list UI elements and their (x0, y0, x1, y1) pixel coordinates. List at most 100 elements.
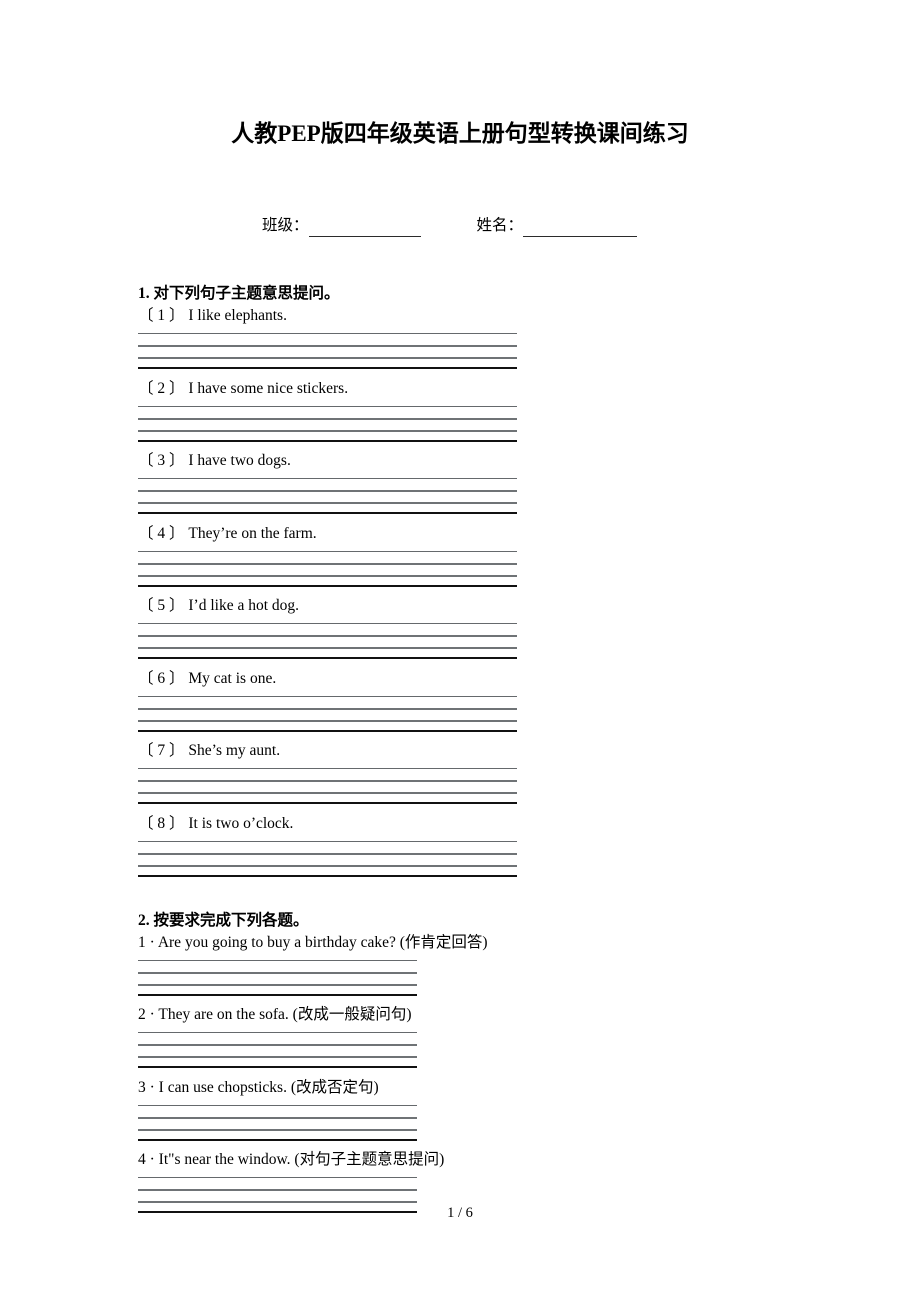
answer-write-line[interactable] (138, 478, 517, 479)
page-title: 人教PEP版四年级英语上册句型转换课间练习 (231, 121, 689, 146)
answer-write-line[interactable] (138, 623, 517, 624)
answer-write-line[interactable] (138, 864, 517, 867)
question-sentence: It is two o’clock. (188, 814, 294, 832)
answer-write-line[interactable] (138, 1044, 417, 1047)
block-separator-rule (138, 874, 517, 877)
block-separator-rule (138, 367, 517, 369)
answer-write-line[interactable] (138, 852, 517, 855)
answer-write-line[interactable] (138, 490, 517, 492)
answer-write-line[interactable] (138, 780, 517, 782)
question-text: 〔 7 〕 She’s my aunt. (138, 740, 517, 761)
question-number: 〔 8 〕 (138, 814, 185, 832)
answer-write-line[interactable] (138, 719, 517, 722)
question-text: 3 · I can use chopsticks. (改成否定句) (138, 1077, 417, 1098)
page-number: 1 / 6 (447, 1205, 473, 1221)
question-sentence: They are on the sofa. (改成一般疑问句) (158, 1006, 412, 1024)
question-block: 1 · Are you going to buy a birthday cake… (138, 932, 488, 996)
question-text: 1 · Are you going to buy a birthday cake… (138, 932, 488, 953)
answer-lines (138, 333, 517, 369)
question-number: 〔 7 〕 (138, 742, 185, 759)
question-text: 〔 1 〕 I like elephants. (138, 305, 517, 326)
answer-write-line[interactable] (138, 840, 517, 842)
answer-write-line[interactable] (138, 984, 417, 986)
question-sentence: I have some nice stickers. (188, 379, 349, 397)
question-block: 〔 6 〕 My cat is one. (138, 668, 517, 732)
answer-lines (138, 960, 417, 996)
block-separator-rule (138, 512, 517, 514)
question-text: 2 · They are on the sofa. (改成一般疑问句) (138, 1004, 417, 1025)
answer-lines (138, 478, 517, 514)
question-text: 〔 3 〕 I have two dogs. (138, 450, 517, 471)
question-block: 〔 7 〕 She’s my aunt. (138, 740, 517, 804)
answer-write-line[interactable] (138, 960, 417, 961)
question-number: 〔 5 〕 (138, 597, 185, 614)
name-blank-line[interactable] (523, 221, 638, 237)
class-blank-line[interactable] (308, 221, 421, 237)
answer-write-line[interactable] (138, 562, 517, 565)
name-label: 姓名： (476, 217, 524, 234)
question-number: 〔 4 〕 (138, 524, 185, 542)
answer-lines (138, 623, 517, 659)
question-sentence: She’s my aunt. (188, 742, 281, 759)
question-number: 3 · (138, 1078, 155, 1096)
answer-lines (138, 550, 517, 587)
answer-write-line[interactable] (138, 1128, 417, 1131)
answer-write-line[interactable] (138, 417, 517, 420)
question-sentence: I can use chopsticks. (改成否定句) (158, 1078, 379, 1096)
question-block: 2 · They are on the sofa. (改成一般疑问句) (138, 1004, 417, 1069)
section-2-heading: 2. 按要求完成下列各题。 (138, 912, 309, 929)
answer-write-line[interactable] (138, 647, 517, 649)
answer-write-line[interactable] (138, 1116, 417, 1119)
question-number: 〔 3 〕 (138, 452, 185, 469)
question-number: 1 · (138, 934, 155, 951)
question-text: 4 · It"s near the window. (对句子主题意思提问) (138, 1149, 444, 1170)
question-block: 3 · I can use chopsticks. (改成否定句) (138, 1077, 417, 1141)
question-sentence: It"s near the window. (对句子主题意思提问) (158, 1150, 445, 1168)
question-sentence: I’d like a hot dog. (188, 597, 300, 614)
question-sentence: Are you going to buy a birthday cake? (作… (157, 934, 488, 951)
answer-write-line[interactable] (138, 1032, 417, 1034)
answer-lines (138, 768, 517, 804)
question-text: 〔 5 〕 I’d like a hot dog. (138, 595, 517, 616)
answer-write-line[interactable] (138, 707, 517, 710)
answer-write-line[interactable] (138, 695, 517, 697)
answer-lines (138, 1032, 417, 1069)
answer-write-line[interactable] (138, 502, 517, 504)
question-text: 〔 8 〕 It is two o’clock. (138, 813, 517, 834)
answer-lines (138, 1104, 417, 1141)
answer-write-line[interactable] (138, 792, 517, 794)
answer-write-line[interactable] (138, 635, 517, 637)
student-info-row: 班级： 姓名： (262, 215, 638, 237)
worksheet-page: 人教PEP版四年级英语上册句型转换课间练习 班级： 姓名： 1. 对下列句子主题意… (0, 0, 920, 1302)
question-number: 4 · (138, 1150, 155, 1168)
block-separator-rule (138, 439, 517, 442)
answer-write-line[interactable] (138, 1176, 417, 1178)
block-separator-rule (138, 584, 517, 587)
question-block: 〔 8 〕 It is two o’clock. (138, 813, 517, 877)
block-separator-rule (138, 802, 517, 804)
answer-write-line[interactable] (138, 1188, 417, 1191)
block-separator-rule (138, 657, 517, 659)
block-separator-rule (138, 729, 517, 732)
question-number: 〔 6 〕 (138, 669, 185, 687)
question-sentence: They’re on the farm. (188, 524, 317, 542)
answer-write-line[interactable] (138, 768, 517, 769)
question-block: 〔 5 〕 I’d like a hot dog. (138, 595, 517, 659)
block-separator-rule (138, 994, 417, 996)
answer-lines (138, 695, 517, 732)
answer-write-line[interactable] (138, 405, 517, 407)
answer-write-line[interactable] (138, 972, 417, 974)
answer-write-line[interactable] (138, 1104, 417, 1106)
question-number: 〔 1 〕 (138, 307, 185, 324)
question-block: 〔 4 〕 They’re on the farm. (138, 523, 517, 587)
answer-lines (138, 405, 517, 442)
answer-write-line[interactable] (138, 550, 517, 552)
question-block: 〔 3 〕 I have two dogs. (138, 450, 517, 514)
question-text: 〔 6 〕 My cat is one. (138, 668, 517, 689)
answer-write-line[interactable] (138, 333, 517, 334)
answer-write-line[interactable] (138, 1056, 417, 1059)
answer-write-line[interactable] (138, 429, 517, 432)
answer-write-line[interactable] (138, 574, 517, 577)
answer-write-line[interactable] (138, 345, 517, 347)
answer-write-line[interactable] (138, 357, 517, 359)
